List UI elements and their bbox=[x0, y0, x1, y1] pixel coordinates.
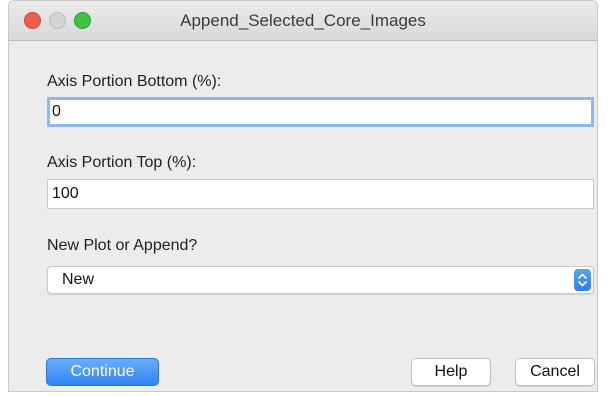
continue-button[interactable]: Continue bbox=[46, 358, 159, 386]
up-down-chevron-icon[interactable] bbox=[574, 269, 591, 291]
axis-top-label: Axis Portion Top (%): bbox=[47, 154, 197, 171]
axis-bottom-input[interactable] bbox=[47, 97, 594, 127]
cancel-button[interactable]: Cancel bbox=[515, 358, 595, 386]
plot-mode-value: New bbox=[62, 271, 95, 288]
help-button[interactable]: Help bbox=[411, 358, 491, 386]
plot-mode-select[interactable]: New bbox=[47, 266, 594, 294]
dialog-window: Append_Selected_Core_Images Axis Portion… bbox=[8, 0, 598, 392]
window-title: Append_Selected_Core_Images bbox=[180, 11, 426, 30]
plot-mode-label: New Plot or Append? bbox=[47, 237, 198, 254]
title-bar[interactable]: Append_Selected_Core_Images bbox=[9, 1, 597, 41]
axis-bottom-label: Axis Portion Bottom (%): bbox=[47, 73, 222, 90]
axis-top-input[interactable] bbox=[47, 179, 594, 209]
